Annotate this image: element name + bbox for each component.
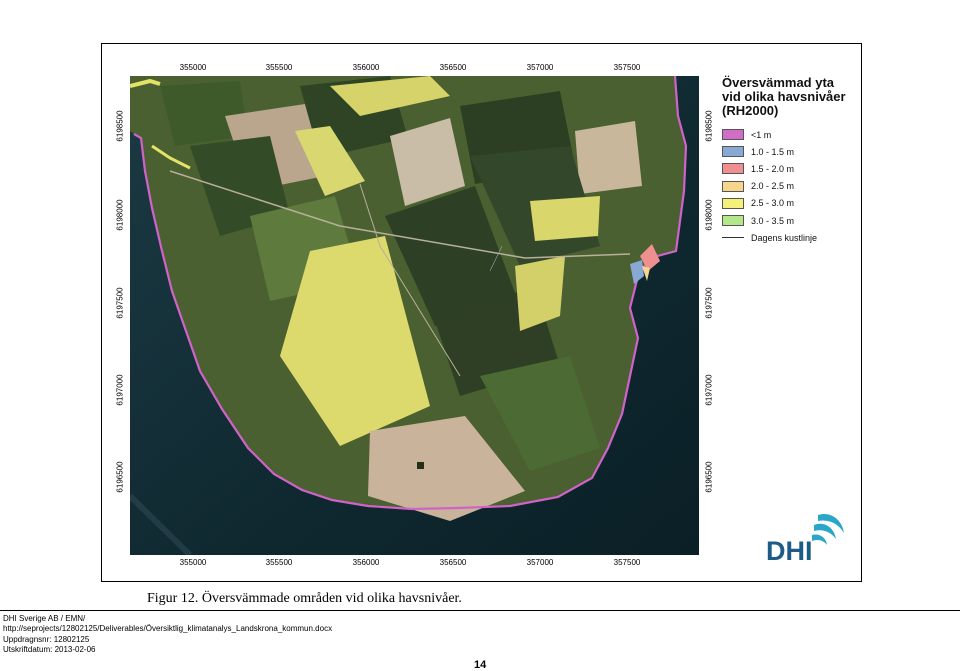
legend-swatch bbox=[722, 146, 744, 158]
footer-project-number: Uppdragnsnr: 12802125 bbox=[3, 635, 90, 644]
legend-swatch bbox=[722, 215, 744, 227]
legend-item: 2.5 - 3.0 m bbox=[722, 195, 858, 212]
x-tick-label: 357000 bbox=[526, 63, 554, 72]
dhi-wave-icon bbox=[812, 534, 827, 545]
legend-swatch bbox=[722, 129, 744, 141]
aerial-photo bbox=[130, 76, 699, 555]
legend-label: 3.0 - 3.5 m bbox=[751, 215, 795, 226]
coastline-line-icon bbox=[722, 237, 744, 239]
legend-item: 2.0 - 2.5 m bbox=[722, 178, 858, 195]
x-tick-label: 357000 bbox=[526, 558, 554, 567]
y-tick-label: 6197500 bbox=[704, 287, 714, 319]
x-tick-label: 356000 bbox=[352, 63, 380, 72]
x-tick-label: 355500 bbox=[265, 558, 293, 567]
field bbox=[575, 121, 642, 194]
legend-item: 1.0 - 1.5 m bbox=[722, 143, 858, 160]
legend-swatch bbox=[722, 163, 744, 175]
map-frame: 355000 355500 356000 356500 357000 35750… bbox=[101, 43, 862, 582]
aerial-map bbox=[130, 76, 699, 555]
legend-title-line: vid olika havsnivåer bbox=[722, 89, 846, 104]
x-tick-label: 355000 bbox=[179, 63, 207, 72]
y-tick-label: 6198500 bbox=[115, 110, 125, 142]
legend-item: 1.5 - 2.0 m bbox=[722, 160, 858, 177]
legend-label: 2.0 - 2.5 m bbox=[751, 181, 795, 192]
y-tick-label: 6197000 bbox=[704, 374, 714, 406]
field-patch bbox=[417, 462, 424, 469]
y-tick-label: 6196500 bbox=[115, 461, 125, 493]
y-tick-label: 6198500 bbox=[704, 110, 714, 142]
legend-label: 1.0 - 1.5 m bbox=[751, 146, 795, 157]
footer-path: http://seprojects/12802125/Deliverables/… bbox=[3, 624, 333, 633]
x-tick-label: 356500 bbox=[439, 558, 467, 567]
x-tick-label: 357500 bbox=[613, 63, 641, 72]
dhi-logo-icon: DHI bbox=[766, 513, 844, 566]
y-tick-label: 6198000 bbox=[704, 199, 714, 231]
x-tick-label: 355500 bbox=[265, 63, 293, 72]
y-tick-label: 6198000 bbox=[115, 199, 125, 231]
x-tick-label: 356500 bbox=[439, 63, 467, 72]
legend-swatch bbox=[722, 180, 744, 192]
map-legend: Översvämmad yta vid olika havsnivåer (RH… bbox=[718, 76, 858, 246]
page-number: 14 bbox=[474, 659, 487, 671]
legend-title: Översvämmad yta vid olika havsnivåer (RH… bbox=[722, 76, 858, 118]
legend-label: Dagens kustlinje bbox=[751, 232, 818, 243]
dhi-logo: DHI bbox=[764, 509, 848, 566]
y-tick-label: 6196500 bbox=[704, 461, 714, 493]
legend-label: 2.5 - 3.0 m bbox=[751, 198, 795, 209]
x-tick-label: 355000 bbox=[179, 558, 207, 567]
legend-item-coastline: Dagens kustlinje bbox=[722, 229, 858, 246]
legend-title-line: (RH2000) bbox=[722, 103, 779, 118]
figure-caption: Figur 12. Översvämmade områden vid olika… bbox=[147, 591, 462, 606]
x-tick-label: 356000 bbox=[352, 558, 380, 567]
x-tick-label: 357500 bbox=[613, 558, 641, 567]
footer-company: DHI Sverige AB / EMN/ bbox=[3, 614, 86, 623]
y-tick-label: 6197500 bbox=[115, 287, 125, 319]
footer-print-date: Utskriftdatum: 2013-02-06 bbox=[3, 645, 96, 654]
footer-divider bbox=[0, 610, 960, 611]
legend-label: <1 m bbox=[751, 129, 772, 140]
legend-swatch bbox=[722, 197, 744, 209]
y-tick-label: 6197000 bbox=[115, 374, 125, 406]
legend-item: <1 m bbox=[722, 126, 858, 143]
legend-label: 1.5 - 2.0 m bbox=[751, 163, 795, 174]
legend-item: 3.0 - 3.5 m bbox=[722, 212, 858, 229]
dhi-logo-text: DHI bbox=[766, 536, 813, 565]
legend-title-line: Översvämmad yta bbox=[722, 75, 835, 90]
field bbox=[530, 196, 600, 241]
